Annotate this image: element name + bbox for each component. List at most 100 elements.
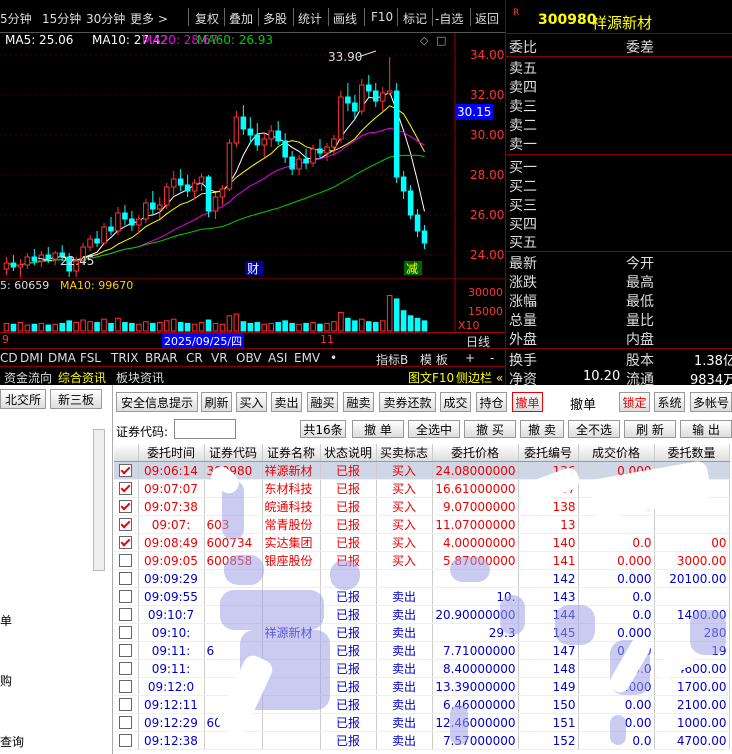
refresh-button[interactable]: 刷新	[201, 392, 232, 412]
row-checkbox[interactable]	[114, 731, 139, 750]
row-checkbox[interactable]	[114, 605, 139, 624]
candle[interactable]	[233, 116, 240, 144]
tab-asi[interactable]: ASI	[268, 351, 287, 365]
tab-bse[interactable]: 北交所	[0, 389, 46, 409]
square-icon[interactable]: □	[436, 34, 446, 47]
tab-emv[interactable]: EMV	[294, 351, 320, 365]
row-checkbox[interactable]	[114, 587, 139, 606]
candle[interactable]	[177, 178, 184, 186]
tab-general-news[interactable]: 综合资讯	[58, 369, 106, 386]
table-row[interactable]: 09:12:11 已报 卖出 6.46000000 150 0.00 2100.00	[114, 695, 730, 714]
candle[interactable]	[87, 238, 93, 248]
tab-brar[interactable]: BRAR	[145, 351, 178, 365]
candle[interactable]	[143, 202, 149, 220]
checkbox-icon[interactable]	[119, 571, 133, 585]
col-qty[interactable]: 委托数量	[654, 444, 730, 462]
row-checkbox[interactable]	[114, 533, 139, 552]
system-button[interactable]: 系统	[654, 392, 685, 412]
col-id[interactable]: 委托编号	[518, 444, 579, 462]
col-status[interactable]: 状态说明	[320, 444, 377, 462]
tab-dmi[interactable]: DMI	[20, 351, 43, 365]
candle[interactable]	[261, 138, 268, 146]
candle[interactable]	[268, 130, 275, 140]
checkbox-icon[interactable]	[119, 661, 133, 675]
draw-line-button[interactable]: 画线	[333, 10, 357, 27]
checkbox-icon[interactable]	[119, 535, 133, 549]
candle[interactable]	[310, 148, 316, 164]
nav-item-query[interactable]: 查询	[0, 733, 24, 750]
add-indicator-button[interactable]: +	[465, 351, 475, 365]
statistics-button[interactable]: 统计	[298, 10, 322, 27]
code-input[interactable]	[174, 419, 236, 439]
multi-stock-button[interactable]: 多股	[263, 10, 287, 27]
refresh-list-button[interactable]: 刷 新	[624, 420, 676, 438]
checkbox-icon[interactable]	[119, 499, 133, 513]
export-button[interactable]: 输 出	[680, 420, 732, 438]
candle[interactable]	[254, 134, 261, 146]
candle[interactable]	[10, 262, 17, 268]
candle[interactable]	[386, 90, 393, 94]
candle[interactable]	[359, 84, 365, 112]
candle[interactable]	[331, 138, 337, 148]
candle[interactable]	[393, 90, 400, 178]
candle[interactable]	[240, 116, 247, 130]
checkbox-icon[interactable]	[119, 733, 133, 747]
deselect-all-button[interactable]: 全不选	[568, 420, 620, 438]
col-time[interactable]: 委托时间	[138, 444, 205, 462]
table-row[interactable]: 09:09:05600858银座股份已报买入5.870000001410.000…	[114, 551, 730, 570]
checkbox-icon[interactable]	[119, 679, 133, 693]
multi-account-button[interactable]: 多帐号	[690, 392, 732, 412]
select-all-button[interactable]: 全选中	[408, 420, 460, 438]
tab-dma[interactable]: DMA	[48, 351, 76, 365]
cancel-buys-button[interactable]: 撤 买	[464, 420, 516, 438]
candle[interactable]	[17, 264, 24, 268]
candlestick-chart[interactable]: 34.00 32.00 30.00 28.00 26.00 24.00 MA5: 25.0…	[0, 33, 505, 277]
col-deal[interactable]: 成交价格	[578, 444, 655, 462]
tab-fsl[interactable]: FSL	[80, 351, 101, 365]
candle[interactable]	[94, 238, 100, 244]
candle[interactable]	[129, 218, 135, 226]
candle[interactable]	[379, 92, 386, 102]
col-price[interactable]: 委托价格	[432, 444, 519, 462]
table-row[interactable]: 09:10:7已报卖出20.900000001440.01400.00	[114, 605, 730, 624]
checkbox-icon[interactable]	[119, 643, 133, 657]
remove-favorite-button[interactable]: -自选	[435, 10, 463, 27]
checkbox-icon[interactable]	[119, 553, 133, 567]
row-checkbox[interactable]	[114, 659, 139, 678]
positions-button[interactable]: 持仓	[476, 392, 507, 412]
candle[interactable]	[414, 214, 421, 232]
cancel-sells-button[interactable]: 撤 卖	[520, 420, 564, 438]
candle[interactable]	[150, 202, 156, 210]
table-row[interactable]: 09:09:55已报卖出10.1430.0	[114, 587, 730, 606]
remove-indicator-button[interactable]: -	[490, 351, 494, 365]
candle[interactable]	[400, 176, 407, 192]
row-checkbox[interactable]	[114, 497, 139, 516]
table-row[interactable]: 09:07: 603 常青股份 已报 买入 11.07000000 13	[114, 515, 730, 534]
tab-obv[interactable]: OBV	[236, 351, 262, 365]
period-15min[interactable]: 15分钟	[42, 10, 81, 27]
left-nav-scrollbar[interactable]	[93, 429, 105, 571]
candle[interactable]	[407, 190, 414, 216]
candle[interactable]	[303, 158, 309, 164]
candle[interactable]	[24, 256, 31, 266]
candle[interactable]	[212, 196, 219, 212]
checkbox-icon[interactable]	[119, 463, 133, 477]
tab-vr[interactable]: VR	[211, 351, 228, 365]
candle[interactable]	[115, 212, 121, 232]
candle[interactable]	[198, 176, 205, 184]
checkbox-icon[interactable]	[119, 589, 133, 603]
candle[interactable]	[247, 128, 254, 136]
sidebar-button[interactable]: 侧边栏 «	[456, 369, 503, 386]
sell-repay-button[interactable]: 卖券还款	[379, 392, 436, 412]
cancel-order-tab[interactable]: 撤单	[512, 392, 543, 412]
col-flag[interactable]: 买卖标志	[376, 444, 433, 462]
restore-rights-button[interactable]: 复权	[195, 10, 219, 27]
back-button[interactable]: 返回	[475, 10, 499, 27]
col-code[interactable]: 证券代码	[204, 444, 263, 462]
mark-button[interactable]: 标记	[403, 10, 427, 27]
candle[interactable]	[156, 204, 163, 210]
cancel-button[interactable]: 撤 单	[352, 420, 404, 438]
row-checkbox[interactable]	[114, 623, 139, 642]
row-checkbox[interactable]	[114, 677, 139, 696]
checkbox-icon[interactable]	[119, 625, 133, 639]
